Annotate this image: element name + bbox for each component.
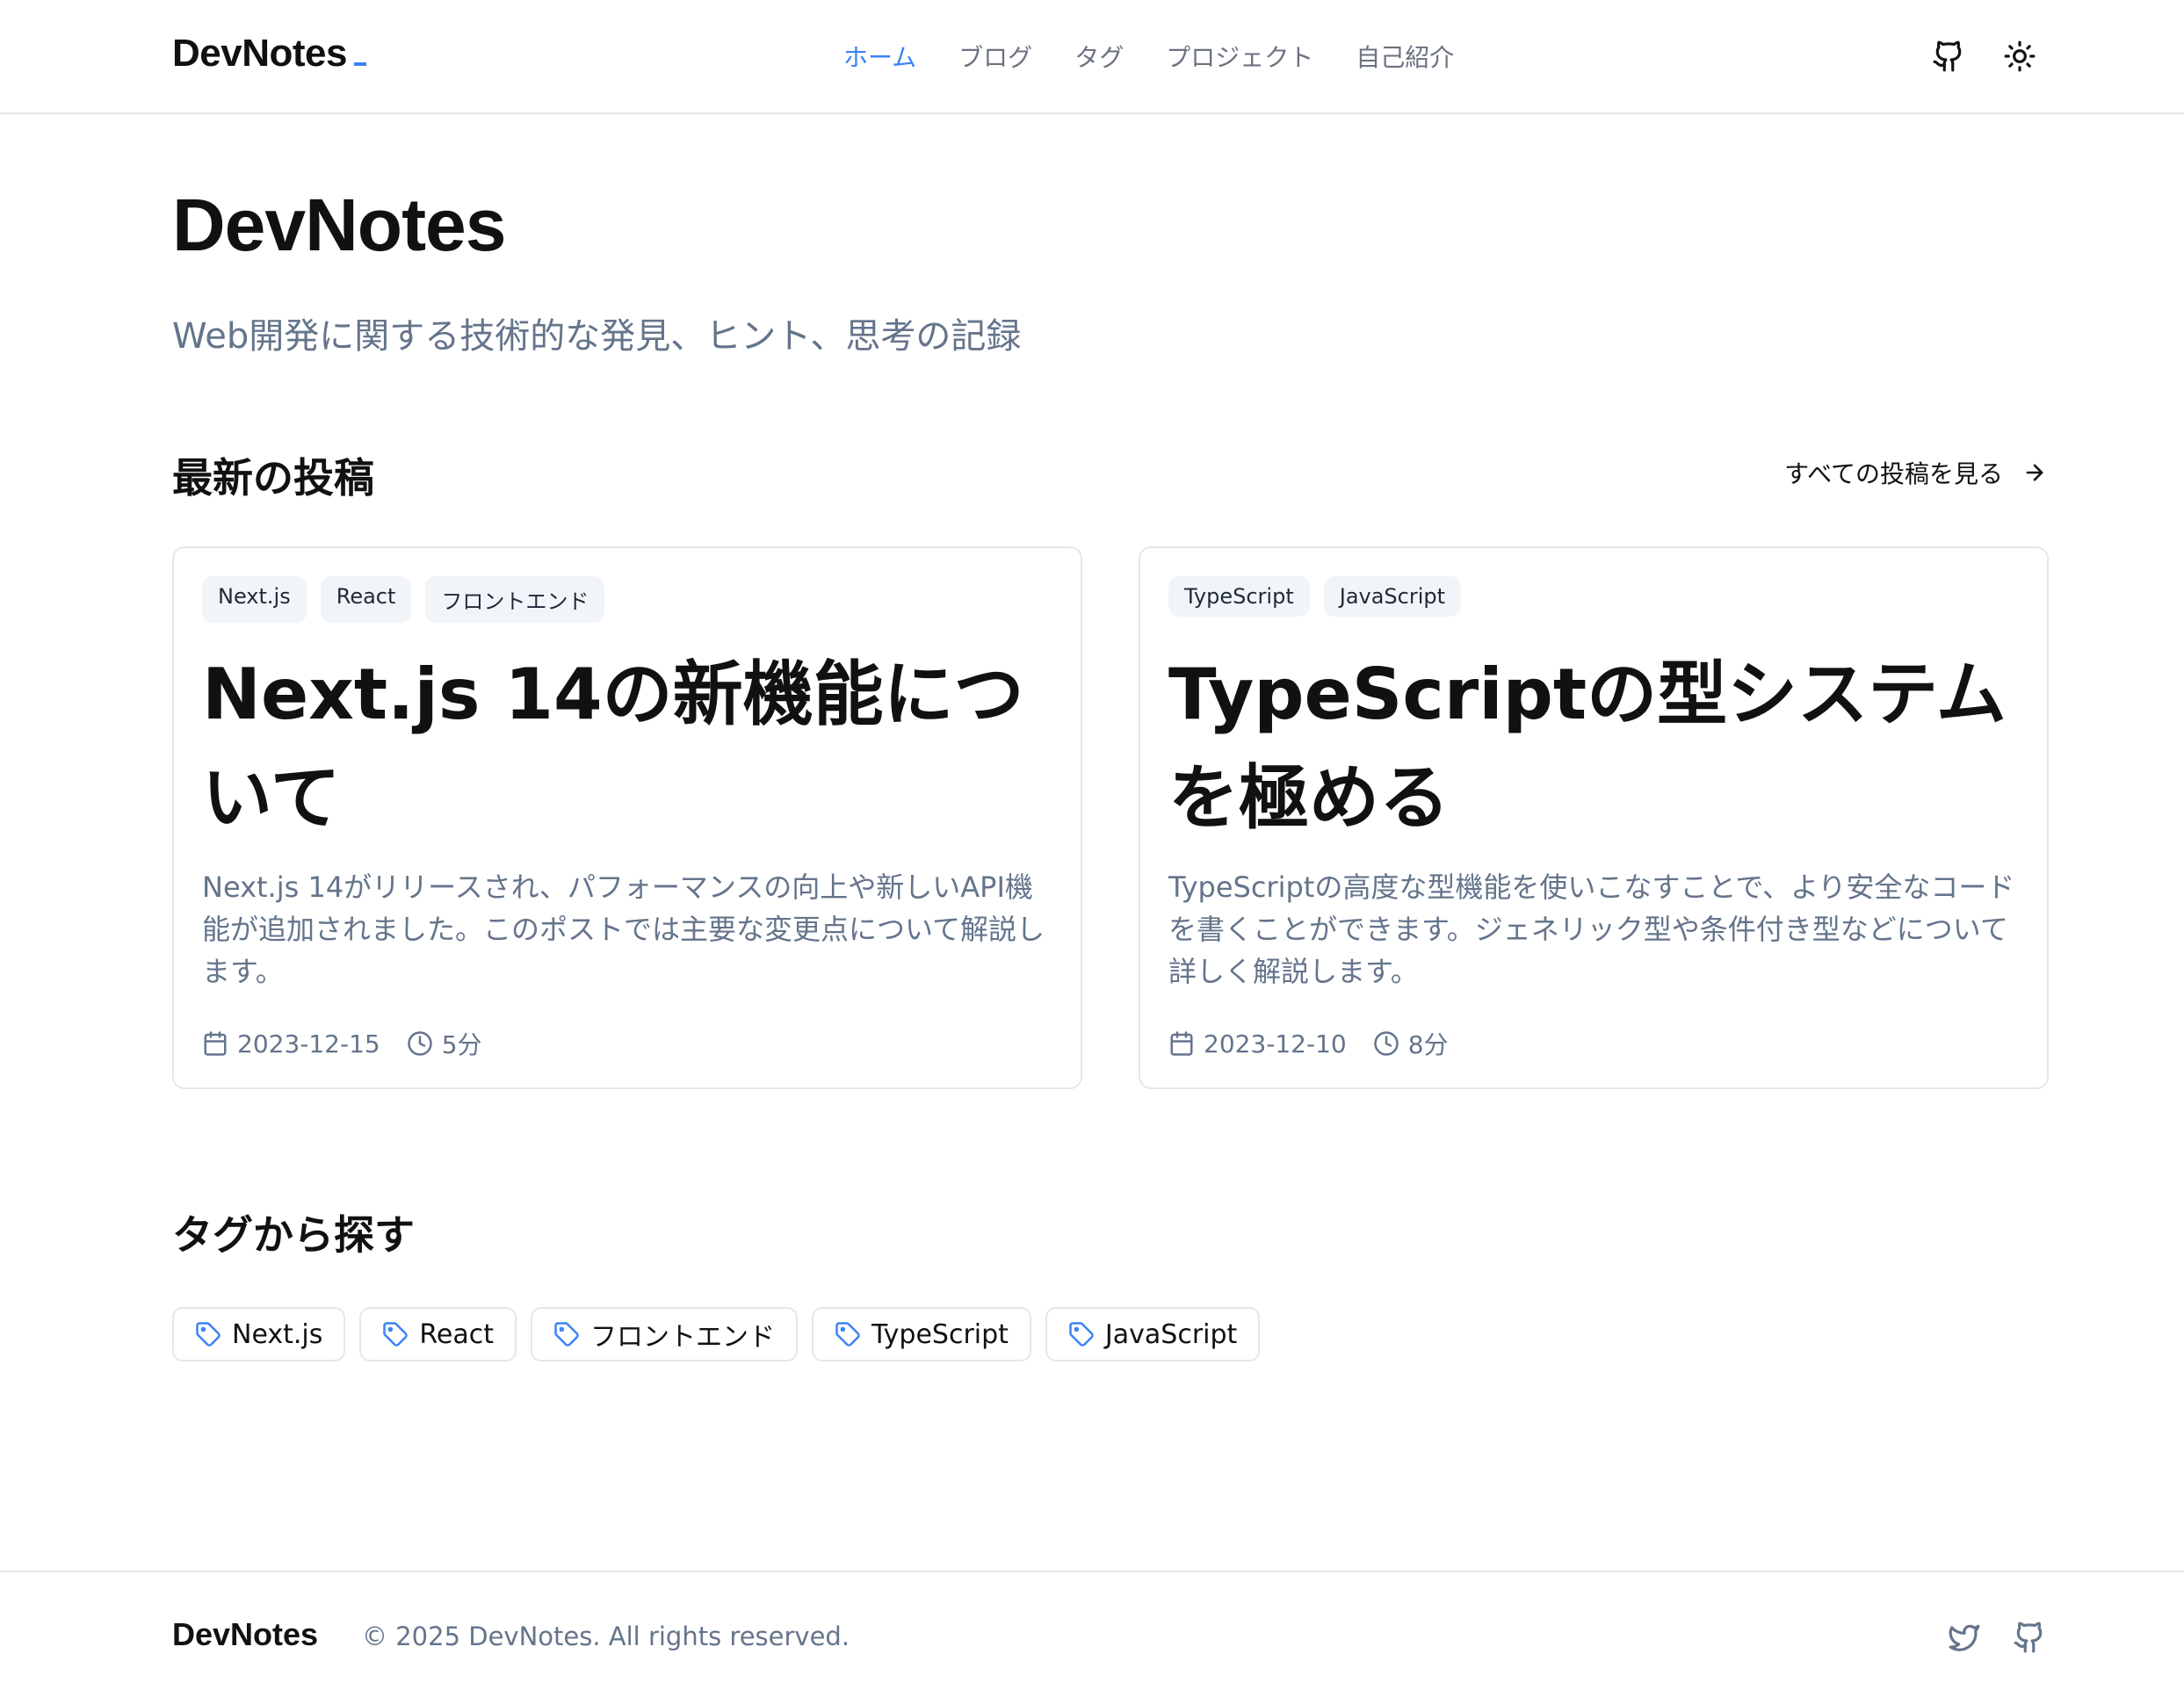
github-icon[interactable] xyxy=(1927,35,1970,77)
tag-chip-react[interactable]: React xyxy=(359,1307,517,1361)
post-card[interactable]: Next.js React フロントエンド Next.js 14の新機能について… xyxy=(172,546,1082,1089)
site-logo[interactable]: DevNotes xyxy=(172,32,366,76)
logo-cursor xyxy=(353,62,366,66)
tag-list: Next.js React フロントエンド TypeScript JavaScr… xyxy=(172,1307,1261,1361)
tags-heading: タグから探す xyxy=(172,1211,415,1259)
see-all-posts-label: すべての投稿を見る xyxy=(1784,459,2003,488)
post-tags: Next.js React フロントエンド xyxy=(202,576,605,623)
clock-icon xyxy=(407,1031,432,1056)
copyright-text: © 2025 DevNotes. All rights reserved. xyxy=(362,1621,850,1651)
calendar-icon xyxy=(1170,1031,1193,1056)
clock-icon xyxy=(1373,1031,1399,1056)
main-nav: ホーム ブログ タグ プロジェクト 自己紹介 xyxy=(843,35,1454,77)
post-tags: TypeScript JavaScript xyxy=(1168,576,1462,617)
post-meta: 2023-12-10 8分 xyxy=(1168,1026,1449,1061)
site-logo-text: DevNotes xyxy=(172,32,347,75)
post-title[interactable]: TypeScriptの型システムを極める xyxy=(1168,643,2021,850)
post-date: 2023-12-10 xyxy=(1168,1029,1347,1058)
post-tag[interactable]: フロントエンド xyxy=(425,576,605,623)
see-all-posts-link[interactable]: すべての投稿を見る xyxy=(1784,455,2047,490)
post-title[interactable]: Next.js 14の新機能について xyxy=(202,643,1054,850)
nav-item-about[interactable]: 自己紹介 xyxy=(1356,39,1454,74)
tag-chip-nextjs[interactable]: Next.js xyxy=(172,1307,346,1361)
post-excerpt: TypeScriptの高度な型機能を使いこなすことで、より安全なコードを書くこと… xyxy=(1168,870,2015,988)
latest-posts-heading: 最新の投稿 xyxy=(172,454,374,502)
post-date-text: 2023-12-15 xyxy=(237,1029,380,1058)
hero-subtitle: Web開発に関する技術的な発見、ヒント、思考の記録 xyxy=(172,316,1022,357)
post-read-time-text: 5分 xyxy=(441,1030,482,1059)
tag-chip-label: React xyxy=(419,1318,494,1350)
post-excerpt: Next.js 14がリリースされ、パフォーマンスの向上や新しいAPI機能が追加… xyxy=(202,870,1045,988)
nav-item-blog[interactable]: ブログ xyxy=(958,39,1032,74)
footer-logo[interactable]: DevNotes xyxy=(172,1616,318,1653)
tag-icon xyxy=(835,1322,860,1347)
post-read-time: 8分 xyxy=(1373,1026,1449,1061)
post-read-time-text: 8分 xyxy=(1407,1030,1449,1059)
page: DevNotes ホーム ブログ タグ プロジェクト 自己紹介 DevNotes… xyxy=(0,0,2184,1690)
tag-icon xyxy=(554,1322,579,1347)
post-date: 2023-12-15 xyxy=(202,1029,380,1058)
post-tag[interactable]: React xyxy=(320,576,412,623)
hero-title: DevNotes xyxy=(172,184,506,266)
sun-icon[interactable] xyxy=(1999,35,2041,77)
tag-chip-frontend[interactable]: フロントエンド xyxy=(531,1307,798,1361)
tag-chip-label: Next.js xyxy=(232,1318,323,1350)
tag-icon xyxy=(383,1322,409,1347)
tag-icon xyxy=(196,1322,221,1347)
calendar-icon xyxy=(204,1031,227,1056)
post-date-text: 2023-12-10 xyxy=(1204,1029,1347,1058)
site-header: DevNotes ホーム ブログ タグ プロジェクト 自己紹介 xyxy=(0,0,2184,114)
tag-chip-javascript[interactable]: JavaScript xyxy=(1045,1307,1261,1361)
github-icon[interactable] xyxy=(2010,1618,2049,1657)
post-read-time: 5分 xyxy=(407,1026,482,1061)
tag-chip-label: フロントエンド xyxy=(590,1322,775,1353)
tag-chip-label: TypeScript xyxy=(871,1318,1009,1350)
post-meta: 2023-12-15 5分 xyxy=(202,1026,482,1061)
tag-icon xyxy=(1069,1322,1094,1347)
nav-item-home[interactable]: ホーム xyxy=(843,39,916,74)
twitter-icon[interactable] xyxy=(1945,1618,1984,1657)
nav-item-tags[interactable]: タグ xyxy=(1074,39,1124,74)
post-tag[interactable]: TypeScript xyxy=(1168,576,1310,617)
post-tag[interactable]: Next.js xyxy=(202,576,307,623)
nav-item-projects[interactable]: プロジェクト xyxy=(1166,39,1313,74)
tag-chip-typescript[interactable]: TypeScript xyxy=(812,1307,1031,1361)
site-footer: DevNotes © 2025 DevNotes. All rights res… xyxy=(0,1571,2184,1690)
tag-chip-label: JavaScript xyxy=(1104,1318,1238,1350)
post-tag[interactable]: JavaScript xyxy=(1323,576,1462,617)
arrow-right-icon xyxy=(2026,464,2043,481)
post-card[interactable]: TypeScript JavaScript TypeScriptの型システムを極… xyxy=(1139,546,2049,1089)
